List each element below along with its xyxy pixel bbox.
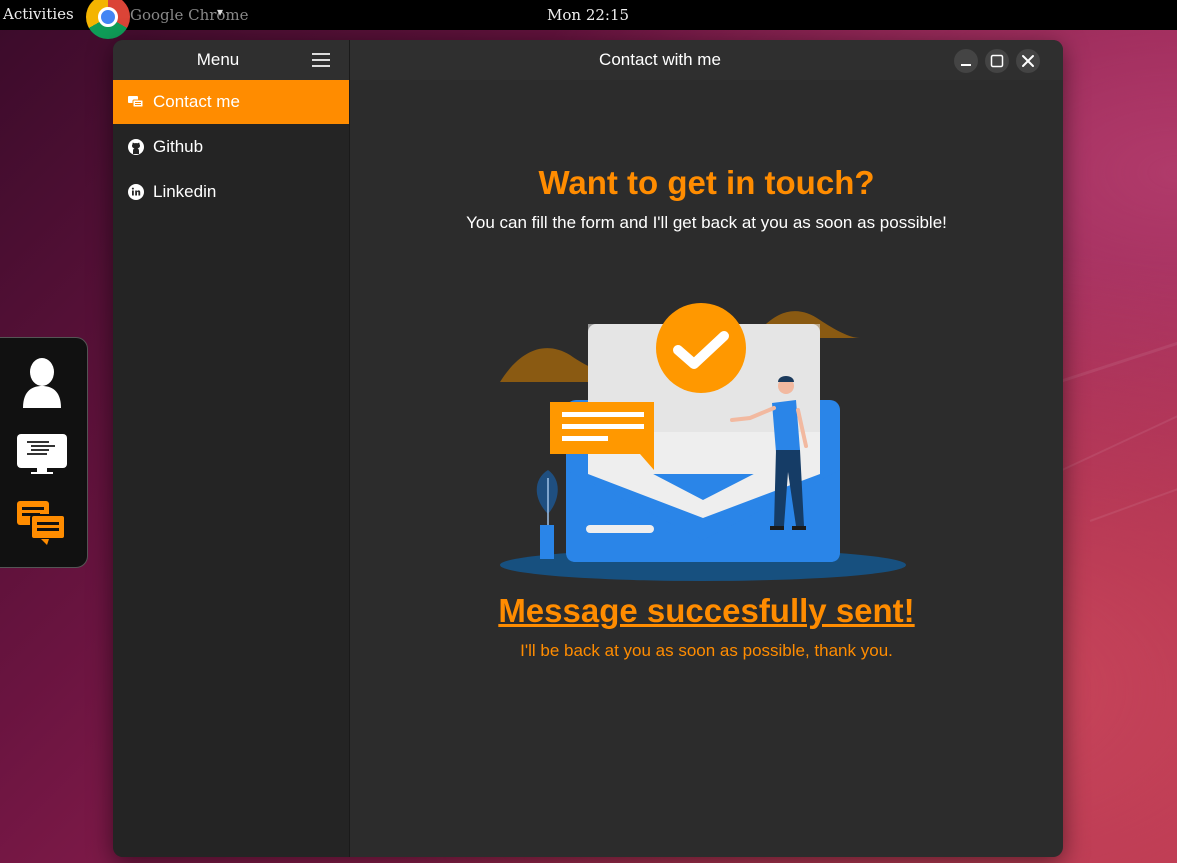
clock[interactable]: Mon 22:15 — [547, 6, 629, 24]
sidebar-header: Menu — [113, 40, 349, 80]
user-icon — [23, 358, 61, 408]
chat-bubbles-icon — [17, 501, 66, 545]
top-bar: Activities Google Chrome ▾ Mon 22:15 — [0, 0, 1177, 39]
sidebar-item-label: Linkedin — [153, 182, 217, 201]
sidebar-title: Menu — [196, 50, 240, 69]
dock-item-chat[interactable] — [17, 501, 67, 551]
app-window: Menu Contact me Github Linkedin Contact … — [113, 40, 1063, 857]
sidebar-item-github[interactable]: Github — [113, 125, 349, 169]
sidebar-item-label: Contact me — [153, 92, 240, 111]
wallpaper-streak — [1059, 410, 1177, 472]
monitor-terminal-icon — [17, 434, 67, 474]
message-sent-illustration — [500, 303, 906, 581]
hamburger-menu-icon[interactable] — [312, 53, 330, 67]
success-title: Message succesfully sent! — [498, 592, 915, 629]
sidebar-item-label: Github — [153, 137, 204, 156]
activities-button[interactable]: Activities — [3, 5, 74, 23]
chrome-icon — [86, 0, 130, 39]
minimize-icon — [961, 64, 971, 66]
chat-icon — [128, 96, 144, 108]
dock — [0, 337, 88, 568]
dock-item-profile[interactable] — [17, 356, 67, 408]
close-button[interactable] — [1016, 49, 1040, 73]
maximize-button[interactable] — [985, 49, 1009, 73]
page-title: Want to get in touch? — [538, 164, 875, 201]
page-subtitle: You can fill the form and I'll get back … — [466, 213, 947, 232]
sidebar-item-linkedin[interactable]: Linkedin — [113, 170, 349, 214]
maximize-icon — [990, 54, 1004, 68]
chevron-down-icon: ▾ — [217, 5, 224, 19]
window-titlebar: Contact with me — [350, 40, 1063, 80]
window-title: Contact with me — [599, 50, 721, 69]
minimize-button[interactable] — [954, 49, 978, 73]
wallpaper-streak — [1059, 336, 1177, 383]
app-menu[interactable]: Google Chrome ▾ — [86, 0, 249, 39]
dock-item-terminal[interactable] — [17, 432, 67, 482]
sidebar: Menu Contact me Github Linkedin — [113, 40, 350, 857]
contact-content: Want to get in touch? You can fill the f… — [350, 80, 1063, 857]
success-message: I'll be back at you as soon as possible,… — [520, 641, 893, 660]
sidebar-item-contact-me[interactable]: Contact me — [113, 80, 349, 124]
wallpaper-streak — [1089, 482, 1177, 522]
github-icon — [128, 139, 144, 155]
app-name: Google Chrome — [130, 6, 249, 24]
linkedin-icon — [128, 184, 144, 200]
close-icon — [1022, 55, 1034, 67]
